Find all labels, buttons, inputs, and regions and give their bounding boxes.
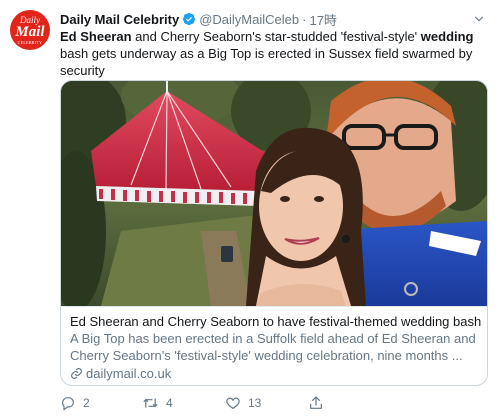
card-domain[interactable]: dailymail.co.uk — [70, 365, 478, 382]
caret-down-icon[interactable] — [472, 12, 486, 26]
header-separator: · — [302, 11, 307, 27]
share-icon — [310, 396, 322, 409]
reply-button[interactable]: 2 — [60, 394, 90, 412]
like-button[interactable]: 13 — [225, 394, 261, 412]
retweet-icon — [143, 398, 158, 408]
card-description-line-1: A Big Top has been erected in a Suffolk … — [70, 331, 476, 346]
tweet-actions: 2 4 13 — [60, 394, 492, 412]
reply-icon — [62, 397, 74, 411]
card-body[interactable]: Ed Sheeran and Cherry Seaborn to have fe… — [61, 306, 487, 382]
card-title[interactable]: Ed Sheeran and Cherry Seaborn to have fe… — [70, 313, 481, 330]
link-icon — [71, 368, 82, 379]
tweet-text: Ed Sheeran and Cherry Seaborn's star-stu… — [60, 28, 492, 79]
link-card[interactable]: Ed Sheeran and Cherry Seaborn to have fe… — [60, 80, 488, 386]
like-count: 13 — [248, 396, 262, 410]
reply-count: 2 — [83, 396, 90, 410]
handle[interactable]: @DailyMailCeleb — [199, 12, 299, 27]
tweet-text-segment: and Cherry Seaborn's star-studded 'festi… — [131, 29, 421, 44]
tweet-text-bold-keyword: wedding — [420, 29, 474, 44]
verified-icon — [183, 12, 196, 26]
timestamp[interactable]: 17時 — [309, 10, 336, 29]
display-name[interactable]: Daily Mail Celebrity — [60, 12, 179, 27]
retweet-count: 4 — [166, 396, 173, 410]
card-domain-text: dailymail.co.uk — [86, 366, 172, 381]
tweet-text-segment-end: bash gets underway as a Big Top is erect… — [60, 46, 473, 78]
card-image[interactable] — [61, 81, 487, 306]
retweet-button[interactable]: 4 — [142, 394, 173, 412]
tweet[interactable]: Daily Mail CELEBRITY Daily Mail Celebrit… — [0, 0, 500, 419]
avatar-text-celebrity: CELEBRITY — [17, 39, 43, 45]
tweet-text-bold-name: Ed Sheeran — [60, 29, 132, 44]
share-button[interactable] — [308, 394, 331, 412]
avatar-text-mail: Mail — [15, 23, 45, 40]
avatar[interactable]: Daily Mail CELEBRITY — [10, 10, 50, 50]
card-description-line-2: Cherry Seaborn's 'festival-style' weddin… — [70, 348, 463, 363]
tweet-header: Daily Mail Celebrity @DailyMailCeleb · 1… — [60, 10, 337, 28]
like-icon — [226, 397, 240, 409]
